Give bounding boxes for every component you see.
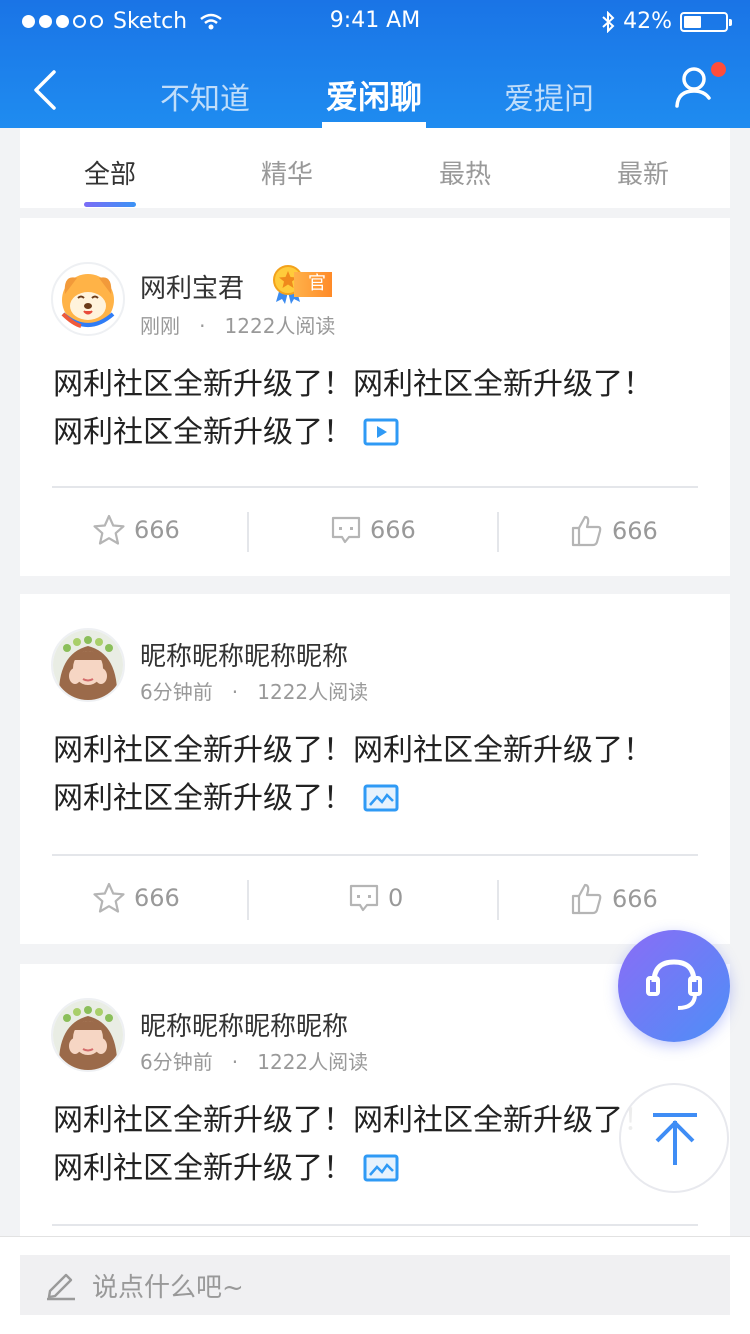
star-icon xyxy=(93,514,125,545)
post-content-line: 网利社区全新升级了！网利社区全新升级了！ xyxy=(53,1103,653,1138)
official-badge-label: 官 xyxy=(294,271,332,297)
action-separator xyxy=(247,512,249,552)
like-count: 666 xyxy=(612,517,658,545)
read-count: 1222人阅读 xyxy=(257,680,369,704)
post-content-line: 网利社区全新升级了！ xyxy=(53,781,353,816)
avatar[interactable] xyxy=(51,262,125,336)
post-card[interactable]: 网利宝君 官 刚刚 · 1222人阅读 网利社区全新升级了！网利社区全新升级了！… xyxy=(20,218,730,576)
comment-count: 0 xyxy=(388,884,404,912)
post-card[interactable]: 昵称昵称昵称昵称 6分钟前 · 1222人阅读 网利社区全新升级了！网利社区全新… xyxy=(20,594,730,944)
post-content[interactable]: 网利社区全新升级了！网利社区全新升级了！ 网利社区全新升级了！ xyxy=(53,1097,703,1193)
nav-tab-aixianliao[interactable]: 爱闲聊 xyxy=(326,72,422,118)
avatar[interactable] xyxy=(51,628,125,702)
battery-fill xyxy=(684,15,701,28)
image-icon[interactable] xyxy=(363,784,399,812)
author-name[interactable]: 网利宝君 xyxy=(140,268,244,305)
card-divider xyxy=(52,854,698,856)
filter-tab-featured[interactable]: 精华 xyxy=(261,154,313,191)
post-meta: 6分钟前 · 1222人阅读 xyxy=(140,1050,369,1074)
post-time: 刚刚 xyxy=(140,314,180,338)
comment-button[interactable]: 666 xyxy=(330,514,416,546)
customer-service-button[interactable] xyxy=(618,930,730,1042)
favorite-button[interactable]: 666 xyxy=(92,882,180,914)
favorite-count: 666 xyxy=(134,516,180,544)
battery-icon xyxy=(680,11,732,32)
thumbs-up-icon xyxy=(571,515,602,547)
comment-count: 666 xyxy=(370,516,416,544)
app-header: Sketch 9:41 AM 42% 不知道 爱闲聊 爱提问 xyxy=(0,0,750,128)
action-separator xyxy=(497,512,499,552)
battery-percent: 42% xyxy=(623,9,672,34)
nav-tab-buzhidao[interactable]: 不知道 xyxy=(160,74,250,118)
post-content-line: 网利社区全新升级了！ xyxy=(53,1151,353,1186)
comment-icon xyxy=(331,516,361,544)
post-meta: 刚刚 · 1222人阅读 xyxy=(140,314,336,338)
comment-button[interactable]: 0 xyxy=(348,882,403,914)
action-separator xyxy=(247,880,249,920)
filter-tabs: 全部 精华 最热 最新 xyxy=(20,128,730,208)
author-name[interactable]: 昵称昵称昵称昵称 xyxy=(140,636,348,673)
filter-active-indicator xyxy=(84,202,136,207)
top-nav: 不知道 爱闲聊 爱提问 xyxy=(0,44,750,128)
author-name[interactable]: 昵称昵称昵称昵称 xyxy=(140,1006,348,1043)
back-to-top-button[interactable] xyxy=(619,1083,729,1193)
like-button[interactable]: 666 xyxy=(570,882,658,916)
status-bar: Sketch 9:41 AM 42% xyxy=(0,0,750,44)
comment-placeholder: 说点什么吧~ xyxy=(92,1272,244,1303)
headset-icon xyxy=(646,959,702,1010)
post-time: 6分钟前 xyxy=(140,1050,213,1074)
post-meta: 6分钟前 · 1222人阅读 xyxy=(140,680,369,704)
filter-tab-hottest[interactable]: 最热 xyxy=(439,154,491,191)
user-photo-icon xyxy=(53,630,123,700)
user-photo-icon xyxy=(53,1000,123,1070)
read-count: 1222人阅读 xyxy=(224,314,336,338)
comment-icon xyxy=(349,884,379,912)
post-content-line: 网利社区全新升级了！ xyxy=(53,415,353,450)
card-divider xyxy=(52,1224,698,1226)
post-content[interactable]: 网利社区全新升级了！网利社区全新升级了！ 网利社区全新升级了！ xyxy=(53,361,703,457)
like-button[interactable]: 666 xyxy=(570,514,658,548)
action-separator xyxy=(497,880,499,920)
comment-bar: 说点什么吧~ xyxy=(0,1236,750,1334)
arrow-up-icon xyxy=(653,1113,697,1165)
thumbs-up-icon xyxy=(571,883,602,915)
nav-tab-aitiwen[interactable]: 爱提问 xyxy=(504,74,594,118)
like-count: 666 xyxy=(612,885,658,913)
post-time: 6分钟前 xyxy=(140,680,213,704)
favorite-button[interactable]: 666 xyxy=(92,514,180,546)
battery-info: 42% xyxy=(601,9,732,34)
notification-dot xyxy=(711,62,726,77)
official-badge: 官 xyxy=(270,264,332,304)
post-content-line: 网利社区全新升级了！网利社区全新升级了！ xyxy=(53,733,653,768)
post-content-line: 网利社区全新升级了！网利社区全新升级了！ xyxy=(53,367,653,402)
read-count: 1222人阅读 xyxy=(257,1050,369,1074)
star-icon xyxy=(93,882,125,913)
image-icon[interactable] xyxy=(363,1154,399,1182)
card-divider xyxy=(52,486,698,488)
comment-input[interactable]: 说点什么吧~ xyxy=(20,1255,730,1315)
post-content[interactable]: 网利社区全新升级了！网利社区全新升级了！ 网利社区全新升级了！ xyxy=(53,727,703,823)
bluetooth-icon xyxy=(602,10,615,33)
mascot-avatar-icon xyxy=(61,274,115,328)
favorite-count: 666 xyxy=(134,884,180,912)
back-arrow-icon[interactable] xyxy=(28,66,68,114)
avatar[interactable] xyxy=(51,998,125,1072)
filter-tab-newest[interactable]: 最新 xyxy=(617,154,669,191)
pencil-icon xyxy=(47,1273,75,1301)
video-icon[interactable] xyxy=(363,418,399,446)
filter-tab-all[interactable]: 全部 xyxy=(84,154,136,191)
